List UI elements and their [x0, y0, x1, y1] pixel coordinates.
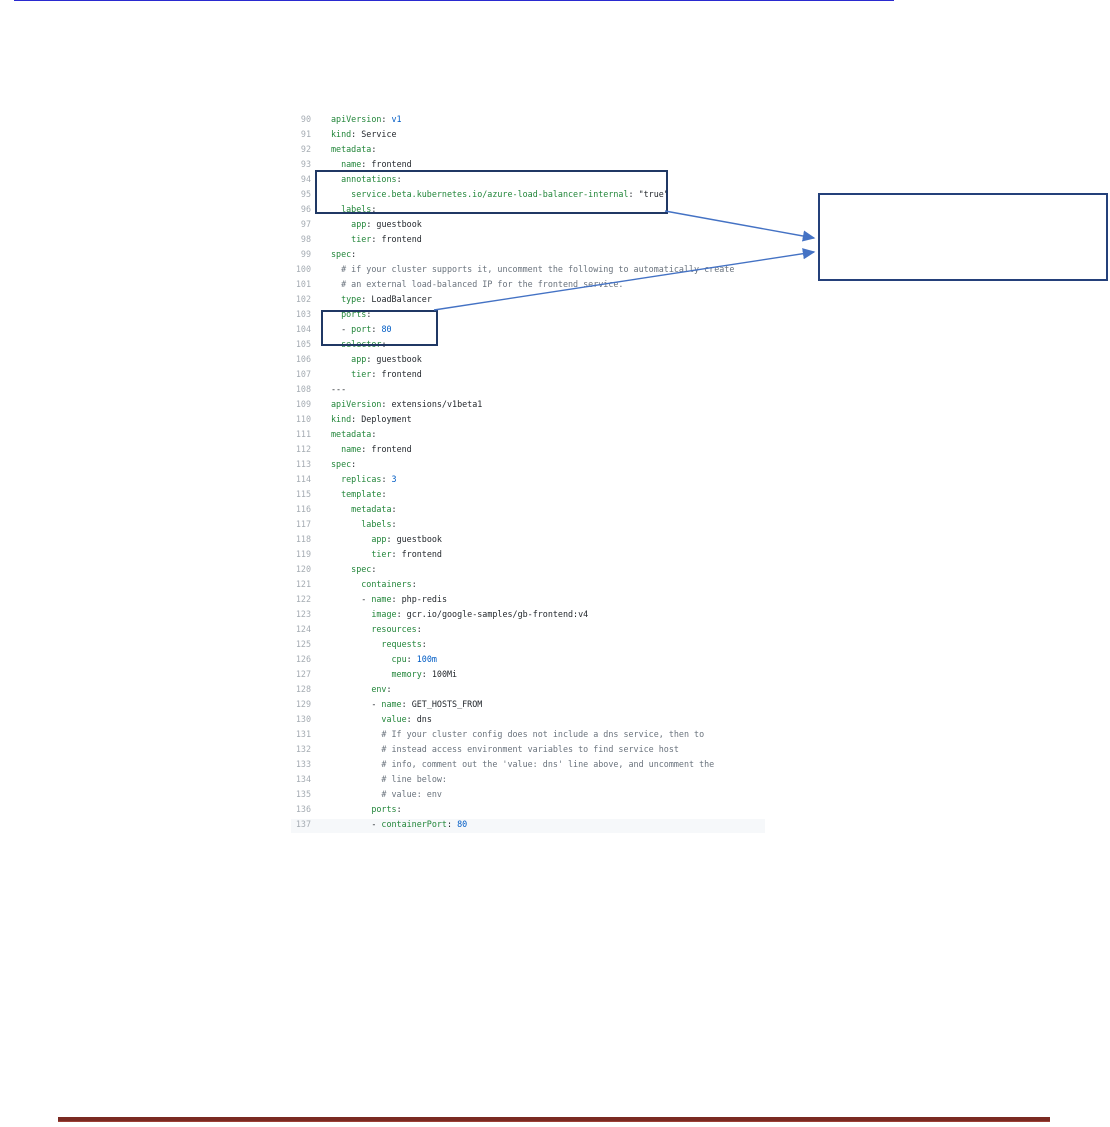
arrow-from-annotations	[664, 210, 816, 242]
footer-rule	[58, 1117, 1050, 1122]
arrow-from-ports	[433, 248, 816, 311]
callout-arrows	[433, 210, 816, 311]
